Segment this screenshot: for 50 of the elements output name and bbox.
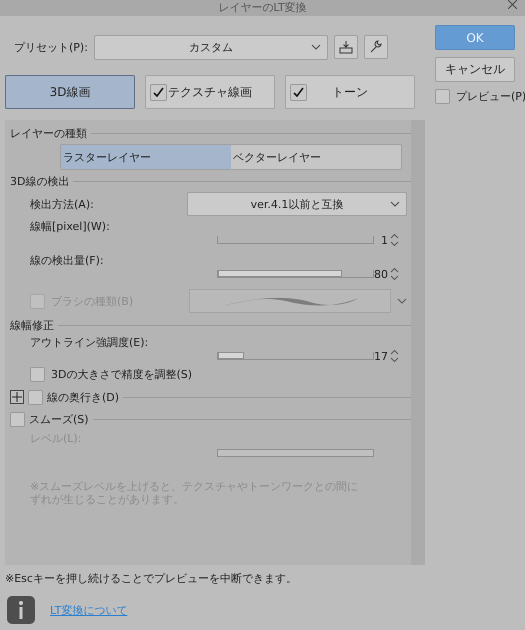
- layer-type-option[interactable]: ラスターレイヤー: [61, 145, 231, 169]
- mode-tab[interactable]: トーン: [285, 75, 415, 109]
- mode-tab[interactable]: 3D線画: [5, 75, 135, 109]
- slider-track[interactable]: [217, 449, 374, 457]
- save-preset-button[interactable]: [334, 35, 358, 59]
- mode-tab[interactable]: テクスチャ線画: [145, 75, 275, 109]
- caret-icon: [390, 201, 400, 207]
- layer-type-option[interactable]: ベクターレイヤー: [231, 145, 401, 169]
- method-label: 検出方法(A):: [30, 196, 94, 212]
- checkbox[interactable]: [435, 89, 450, 104]
- expand-button[interactable]: [10, 390, 24, 404]
- slider-value[interactable]: 17: [374, 350, 388, 362]
- window-title: レイヤーのLT変換: [218, 1, 307, 15]
- slider-value[interactable]: 1: [381, 234, 388, 246]
- section-heading: 3D線の検出: [10, 174, 70, 188]
- caret-icon: [310, 44, 321, 50]
- slider-value[interactable]: 80: [374, 268, 388, 280]
- close-icon[interactable]: [508, 0, 517, 9]
- brush-preview[interactable]: [189, 289, 391, 313]
- slider-label: 線幅[pixel](W):: [30, 218, 110, 234]
- wrench-button[interactable]: [364, 35, 388, 59]
- footer-note: ※Escキーを押し続けることでプレビューを中断できます。: [4, 571, 298, 586]
- spinner-icon[interactable]: [390, 233, 399, 247]
- slider-label: 線の検出量(F):: [30, 252, 104, 268]
- spinner-icon[interactable]: [390, 267, 399, 281]
- section-heading: 線幅修正: [10, 318, 54, 332]
- caret-icon[interactable]: [397, 298, 407, 304]
- slider-track[interactable]: [217, 352, 374, 360]
- spinner-icon[interactable]: [390, 349, 399, 363]
- preset-dropdown[interactable]: カスタム: [94, 34, 328, 60]
- info-icon: [7, 596, 35, 624]
- section-heading: レイヤーの種類: [10, 126, 87, 140]
- preset-label: プリセット(P):: [14, 40, 88, 54]
- section-heading: スムーズ(S): [29, 412, 89, 426]
- checkbox-label: 3Dの大きさで精度を調整(S): [51, 366, 192, 382]
- method-dropdown[interactable]: ver.4.1以前と互換: [187, 192, 407, 216]
- checkbox[interactable]: [30, 366, 45, 382]
- checkbox[interactable]: [28, 390, 43, 404]
- download-tray-icon: [338, 40, 353, 54]
- cancel-button[interactable]: キャンセル: [435, 57, 515, 82]
- slider-track[interactable]: [217, 236, 374, 244]
- slider-track[interactable]: [217, 270, 374, 278]
- wrench-icon: [368, 40, 383, 54]
- checkbox[interactable]: [10, 412, 25, 426]
- preview-label: プレビュー(P): [456, 89, 525, 104]
- slider-label: アウトライン強調度(E):: [30, 334, 148, 350]
- scrollbar[interactable]: [411, 120, 425, 565]
- checkbox[interactable]: [290, 84, 307, 101]
- checkbox[interactable]: [150, 84, 167, 101]
- section-heading: 線の奥行き(D): [47, 390, 120, 404]
